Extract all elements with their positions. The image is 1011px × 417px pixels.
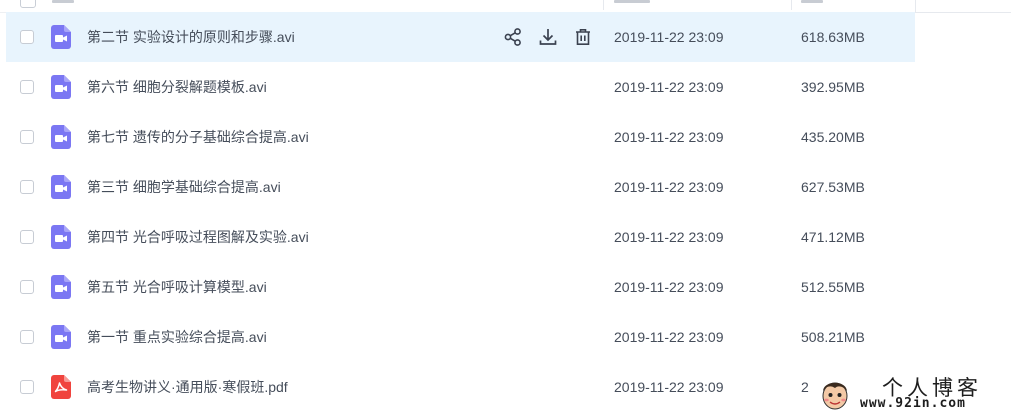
watermark-url: www.92in.com — [860, 396, 966, 411]
file-name[interactable]: 高考生物讲义·通用版·寒假班.pdf — [87, 378, 288, 396]
file-name[interactable]: 第一节 重点实验综合提高.avi — [87, 328, 267, 346]
file-name[interactable]: 第二节 实验设计的原则和步骤.avi — [87, 28, 295, 46]
file-date: 2019-11-22 23:09 — [614, 279, 724, 295]
row-checkbox[interactable] — [20, 330, 34, 344]
row-checkbox[interactable] — [20, 30, 34, 44]
file-size: 435.20MB — [801, 129, 865, 145]
cartoon-face-icon — [818, 376, 852, 412]
header-date-label — [614, 0, 650, 3]
file-date: 2019-11-22 23:09 — [614, 379, 724, 395]
file-row[interactable]: 第五节 光合呼吸计算模型.avi 2019-11-22 23:09 512.55… — [0, 262, 1011, 312]
file-name[interactable]: 第五节 光合呼吸计算模型.avi — [87, 278, 267, 296]
share-icon[interactable] — [503, 27, 523, 47]
file-name[interactable]: 第六节 细胞分裂解题模板.avi — [87, 78, 267, 96]
file-name[interactable]: 第四节 光合呼吸过程图解及实验.avi — [87, 228, 309, 246]
blog-watermark: 个人博客 www.92in.com — [812, 370, 1011, 417]
header-divider — [603, 0, 604, 10]
row-checkbox[interactable] — [20, 230, 34, 244]
file-date: 2019-11-22 23:09 — [614, 129, 724, 145]
video-file-icon — [51, 175, 71, 199]
file-list: 第二节 实验设计的原则和步骤.avi 2019-11-22 23:09 618.… — [0, 12, 1011, 412]
pdf-file-icon — [51, 375, 71, 399]
file-date: 2019-11-22 23:09 — [614, 29, 724, 45]
file-row[interactable]: 第七节 遗传的分子基础综合提高.avi 2019-11-22 23:09 435… — [0, 112, 1011, 162]
row-checkbox[interactable] — [20, 380, 34, 394]
row-checkbox[interactable] — [20, 280, 34, 294]
row-checkbox[interactable] — [20, 130, 34, 144]
select-all-checkbox[interactable] — [20, 0, 36, 8]
video-file-icon — [51, 75, 71, 99]
video-file-icon — [51, 125, 71, 149]
file-size: 471.12MB — [801, 229, 865, 245]
file-date: 2019-11-22 23:09 — [614, 79, 724, 95]
file-size: 2 — [801, 379, 809, 395]
file-row[interactable]: 第三节 细胞学基础综合提高.avi 2019-11-22 23:09 627.5… — [0, 162, 1011, 212]
file-row[interactable]: 第一节 重点实验综合提高.avi 2019-11-22 23:09 508.21… — [0, 312, 1011, 362]
row-checkbox[interactable] — [20, 80, 34, 94]
file-row[interactable]: 第六节 细胞分裂解题模板.avi 2019-11-22 23:09 392.95… — [0, 62, 1011, 112]
header-size-label — [801, 0, 823, 3]
file-size: 508.21MB — [801, 329, 865, 345]
file-name[interactable]: 第七节 遗传的分子基础综合提高.avi — [87, 128, 309, 146]
file-date: 2019-11-22 23:09 — [614, 329, 724, 345]
file-date: 2019-11-22 23:09 — [614, 229, 724, 245]
video-file-icon — [51, 325, 71, 349]
row-checkbox[interactable] — [20, 180, 34, 194]
file-size: 392.95MB — [801, 79, 865, 95]
header-divider — [791, 0, 792, 10]
video-file-icon — [51, 25, 71, 49]
file-name[interactable]: 第三节 细胞学基础综合提高.avi — [87, 178, 281, 196]
file-size: 627.53MB — [801, 179, 865, 195]
download-icon[interactable] — [538, 27, 558, 47]
video-file-icon — [51, 225, 71, 249]
file-size: 618.63MB — [801, 29, 865, 45]
file-size: 512.55MB — [801, 279, 865, 295]
trash-icon[interactable] — [573, 27, 593, 47]
file-row[interactable]: 第四节 光合呼吸过程图解及实验.avi 2019-11-22 23:09 471… — [0, 212, 1011, 262]
file-date: 2019-11-22 23:09 — [614, 179, 724, 195]
file-row[interactable]: 第二节 实验设计的原则和步骤.avi 2019-11-22 23:09 618.… — [0, 12, 1011, 62]
header-name-label — [52, 0, 74, 3]
video-file-icon — [51, 275, 71, 299]
